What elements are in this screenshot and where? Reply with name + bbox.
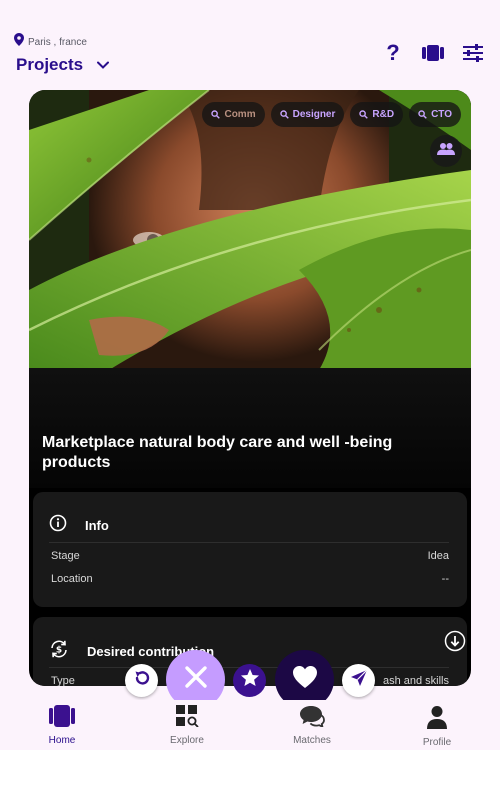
role-tag-label: R&D	[372, 109, 395, 120]
like-heart-icon	[292, 665, 318, 694]
divider	[49, 542, 449, 543]
nav-label: Explore	[170, 735, 204, 746]
search-icon	[211, 106, 221, 124]
location-pin-icon	[14, 33, 24, 51]
person-icon	[426, 705, 448, 734]
info-row-label: Stage	[51, 550, 80, 562]
reject-icon	[184, 665, 208, 694]
superlike-star-icon	[240, 668, 260, 693]
team-button[interactable]	[430, 135, 462, 167]
info-row-label: Location	[51, 573, 93, 585]
role-tag[interactable]: R&D	[350, 102, 404, 127]
app-screen: Paris , france Projects ? Comm Designer …	[0, 0, 500, 750]
projects-dropdown[interactable]: Projects	[16, 55, 110, 75]
info-row-stage: Stage Idea	[51, 550, 449, 562]
info-panel: Info Stage Idea Location --	[33, 492, 467, 607]
chevron-down-icon	[97, 56, 110, 74]
info-row-value: --	[441, 573, 449, 585]
info-row-location: Location --	[51, 573, 449, 585]
role-tag-label: Comm	[224, 109, 256, 120]
nav-item-matches[interactable]: Matches	[272, 705, 352, 746]
nav-label: Profile	[422, 737, 452, 748]
explore-grid-icon	[175, 705, 199, 732]
filter-icon[interactable]	[462, 42, 484, 64]
header-actions: ?	[382, 42, 484, 64]
team-icon	[437, 142, 455, 161]
location-text: Paris , france	[28, 36, 87, 48]
nav-label: Home	[48, 735, 76, 746]
nav-item-explore[interactable]: Explore	[147, 705, 227, 746]
info-row-value: Idea	[427, 550, 449, 562]
role-tag-label: CTO	[431, 109, 452, 120]
role-tag-label: Designer	[292, 109, 336, 120]
nav-item-profile[interactable]: Profile	[397, 705, 477, 748]
project-card[interactable]: Comm Designer R&D CTO Marketplace natura…	[29, 90, 471, 686]
nav-item-home[interactable]: Home	[22, 705, 102, 746]
bottom-navigation: Home Explore Matches Profile	[0, 700, 500, 750]
cards-home-icon	[48, 705, 76, 732]
search-icon	[359, 106, 369, 124]
send-button[interactable]	[342, 664, 375, 697]
project-title: Marketplace natural body care and well -…	[42, 434, 393, 471]
info-icon	[49, 514, 67, 537]
undo-icon	[132, 668, 152, 693]
nav-label: Matches	[293, 735, 331, 746]
project-photo	[29, 90, 471, 370]
role-tag[interactable]: Comm	[202, 102, 265, 127]
search-icon	[418, 106, 427, 124]
role-tag[interactable]: CTO	[409, 102, 461, 127]
send-icon	[350, 669, 368, 692]
help-icon[interactable]: ?	[382, 42, 404, 64]
superlike-button[interactable]	[233, 664, 266, 697]
chat-bubbles-icon	[299, 705, 325, 732]
role-tags: Comm Designer R&D CTO	[202, 102, 461, 127]
info-header: Info	[49, 514, 109, 537]
page-title: Projects	[16, 55, 84, 74]
search-icon	[279, 106, 289, 124]
role-tag[interactable]: Designer	[270, 102, 345, 127]
info-heading: Info	[85, 518, 109, 533]
location-indicator[interactable]: Paris , france	[14, 33, 87, 51]
cards-view-icon[interactable]	[422, 42, 444, 64]
undo-button[interactable]	[125, 664, 158, 697]
